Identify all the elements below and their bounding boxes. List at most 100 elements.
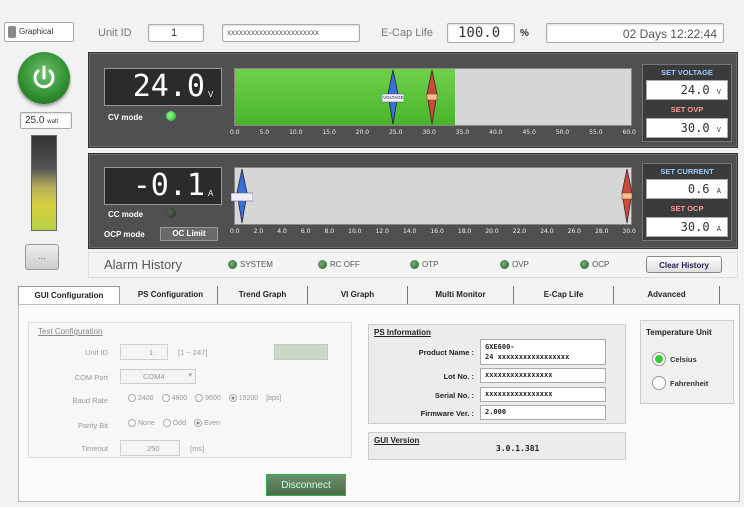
parity-even-radio[interactable]: Even xyxy=(193,419,220,427)
fahrenheit-label: Fahrenheit xyxy=(670,378,709,388)
lot-number-field: xxxxxxxxxxxxxxxx xyxy=(480,368,606,383)
gui-version-title: GUI Version xyxy=(374,436,420,445)
current-scale-tick-label: 6.0 xyxy=(300,228,311,235)
current-scale: 0.0 2.0 4.0 6.0 8.0 10.0 12.0 14.0 16.0 18.0 20.0 2… xyxy=(230,228,636,238)
set-ocp-value: 30.0 xyxy=(680,220,710,234)
ocp-state-button[interactable]: OC Limit xyxy=(160,227,218,241)
set-current-field[interactable]: 0.6 A xyxy=(646,179,728,199)
radio-dot-icon xyxy=(161,394,170,402)
alarm-ocp: OCP xyxy=(580,260,609,269)
parity-even-label: Even xyxy=(203,419,220,427)
disconnect-button[interactable]: Disconnect xyxy=(266,474,346,496)
voltage-scale-tick-label: 40.0 xyxy=(489,129,503,136)
com-port-select[interactable]: COM4 ▾ xyxy=(120,369,196,384)
cv-mode-led xyxy=(166,111,176,121)
parity-odd-label: Odd xyxy=(172,419,186,427)
current-marker-icon xyxy=(230,168,254,224)
ecap-life-value: 100.0 xyxy=(447,23,515,43)
alarm-led-icon xyxy=(410,260,419,269)
power-button[interactable] xyxy=(18,52,70,104)
product-name-label: Product Name : xyxy=(418,348,474,357)
alarm-system-label: SYSTEM xyxy=(240,260,273,269)
baud-19200-radio[interactable]: 19200 xyxy=(228,394,259,402)
current-scale-tick-label: 10.0 xyxy=(348,228,362,235)
test-configuration-title: Test Configuration xyxy=(38,327,103,336)
unit-id-range: [1 ~ 247] xyxy=(178,348,208,357)
baud-9600-label: 9600 xyxy=(205,394,221,402)
timeout-field[interactable]: 250 xyxy=(120,440,180,456)
voltage-scale-tick-label: 45.0 xyxy=(522,129,536,136)
unit-id-apply-button[interactable] xyxy=(274,344,328,360)
elapsed-time: 02 Days 12:22:44 xyxy=(546,23,724,43)
unit-id-config-field[interactable]: 1 xyxy=(120,344,168,360)
baud-19200-label: 19200 xyxy=(238,394,259,402)
firmware-version-field: 2.000 xyxy=(480,405,606,420)
baud-9600-radio[interactable]: 9600 xyxy=(195,394,221,402)
celsius-label: Celsius xyxy=(670,354,697,364)
set-ovp-title: SET OVP xyxy=(670,105,704,114)
baud-2400-radio[interactable]: 2400 xyxy=(128,394,154,402)
parity-none-radio[interactable]: None xyxy=(128,419,155,427)
ovp-marker[interactable] xyxy=(423,68,441,126)
current-scale-tick-label: 2.0 xyxy=(253,228,264,235)
tab-vi-graph[interactable]: VI Graph xyxy=(308,286,408,304)
current-scale-tick-label: 14.0 xyxy=(403,228,417,235)
set-ocp-title: SET OCP xyxy=(670,204,704,213)
alarm-led-icon xyxy=(580,260,589,269)
alarm-otp: OTP xyxy=(410,260,438,269)
serial-number-label: Serial No. : xyxy=(434,391,474,400)
clear-history-button[interactable]: Clear History xyxy=(646,256,722,273)
small-button[interactable]: ... xyxy=(25,244,59,270)
ocp-mode-label: OCP mode xyxy=(104,230,145,239)
current-scale-tick-label: 20.0 xyxy=(485,228,499,235)
firmware-version-label: Firmware Ver. : xyxy=(420,409,474,418)
voltage-scale-tick-label: 35.0 xyxy=(455,129,470,136)
current-scale-tick-label: 26.0 xyxy=(567,228,581,235)
toggle-knob-icon xyxy=(8,26,16,38)
tab-multi-monitor[interactable]: Multi Monitor xyxy=(408,286,514,304)
ecap-unit: % xyxy=(520,28,529,39)
voltage-marker[interactable]: VOLTAGE xyxy=(381,68,405,126)
unit-id-field[interactable]: 1 xyxy=(148,24,204,42)
set-ocp-field[interactable]: 30.0 A xyxy=(646,217,728,237)
watt-unit: watt xyxy=(47,119,59,125)
fahrenheit-radio[interactable]: Fahrenheit xyxy=(652,376,708,390)
ocp-marker[interactable] xyxy=(618,167,636,225)
lot-number-label: Lot No. : xyxy=(443,372,474,381)
tab-ps-configuration[interactable]: PS Configuration xyxy=(124,286,218,304)
com-port-value: COM4 xyxy=(143,372,165,381)
voltage-marker-label: VOLTAGE xyxy=(383,95,404,100)
current-scale-tick-label: 28.0 xyxy=(595,228,609,235)
set-ovp-field[interactable]: 30.0 V xyxy=(646,118,728,138)
radio-dot-icon xyxy=(228,394,237,402)
parity-odd-radio[interactable]: Odd xyxy=(162,419,186,427)
product-name-field: GXE600- 24 xxxxxxxxxxxxxxxxx xyxy=(480,339,606,365)
baud-4800-radio[interactable]: 4800 xyxy=(161,394,187,402)
alarm-history-title: Alarm History xyxy=(104,257,183,272)
alarm-led-icon xyxy=(500,260,509,269)
current-scale-tick-label: 18.0 xyxy=(457,228,472,235)
radio-dot-icon xyxy=(128,419,136,427)
celsius-radio[interactable]: Celsius xyxy=(652,352,697,366)
tab-trend-graph[interactable]: Trend Graph xyxy=(218,286,308,304)
baud-unit: [bps] xyxy=(266,394,282,402)
current-marker[interactable] xyxy=(230,167,254,225)
set-current-title: SET CURRENT xyxy=(660,167,714,176)
tab-gui-configuration[interactable]: GUI Configuration xyxy=(18,286,120,304)
baud-rate-options: 2400 4800 9600 19200 [bps] xyxy=(128,394,281,402)
voltage-scale-tick-label: 60.0 xyxy=(622,129,636,136)
set-voltage-field[interactable]: 24.0 V xyxy=(646,80,728,100)
tab-advanced[interactable]: Advanced xyxy=(614,286,720,304)
tab-e-cap-life[interactable]: E-Cap Life xyxy=(514,286,614,304)
set-voltage-unit: V xyxy=(716,88,721,96)
voltage-scale-tick-label: 30.0 xyxy=(422,129,436,136)
gui-version-value: 3.0.1.381 xyxy=(496,444,540,453)
alarm-ovp-label: OVP xyxy=(512,260,529,269)
radio-dot-icon xyxy=(162,419,171,427)
graphical-view-toggle[interactable]: Graphical xyxy=(4,22,74,42)
ovp-marker-icon xyxy=(426,69,438,125)
current-gauge xyxy=(234,167,632,225)
cc-mode-led xyxy=(166,208,176,218)
radio-dot-icon xyxy=(195,394,204,402)
set-current-value: 0.6 xyxy=(687,182,710,196)
